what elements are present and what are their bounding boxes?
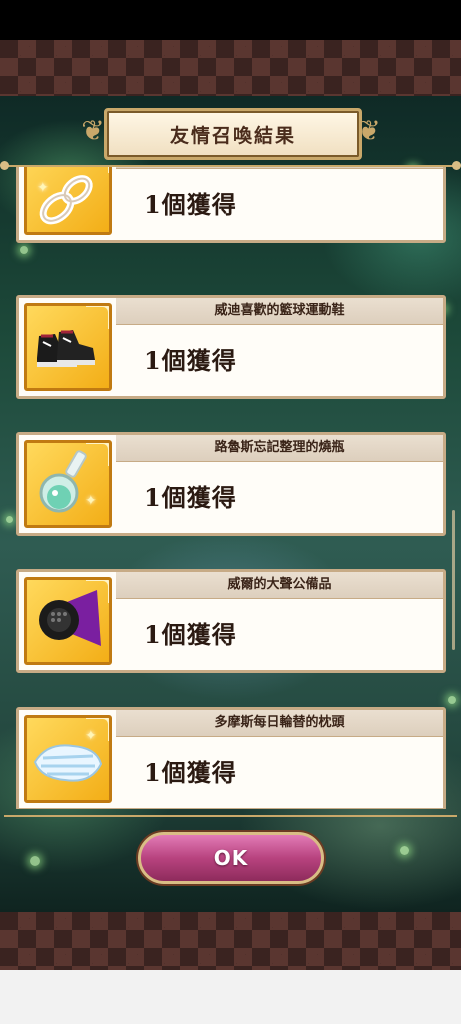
sparkle-icon: ✦ (85, 728, 97, 744)
item-name: 多摩斯每日輪替的枕頭 (116, 710, 443, 737)
item-quantity: 1個獲得 (144, 620, 237, 649)
item-name (116, 167, 443, 169)
item-icon-frame: ✦ (24, 167, 112, 235)
list-item: 威爾的大聲公備品 1個獲得 (16, 569, 446, 673)
dialog-title-plaque: 友情召喚結果 (104, 108, 362, 160)
result-list[interactable]: 1個獲得 ✦ 威迪喜歡的籃球運動鞋 1個獲得 路魯斯忘記整理的燒瓶 1個獲得 ✦… (0, 167, 461, 809)
item-quantity: 1個獲得 (144, 483, 237, 512)
sparkle-icon: ✦ (85, 493, 97, 509)
sparkle (400, 846, 409, 855)
list-item: 威迪喜歡的籃球運動鞋 1個獲得 (16, 295, 446, 399)
ok-button-label: OK (213, 846, 249, 870)
item-quantity: 1個獲得 (144, 190, 237, 219)
megaphone-icon (39, 590, 101, 646)
list-item: 1個獲得 ✦ (16, 167, 446, 243)
flask-icon (39, 450, 87, 513)
item-name: 威迪喜歡的籃球運動鞋 (116, 298, 443, 325)
item-name: 威爾的大聲公備品 (116, 572, 443, 599)
list-item: 多摩斯每日輪替的枕頭 1個獲得 ✦ (16, 707, 446, 809)
ok-button[interactable]: OK (138, 832, 324, 884)
item-icon-frame (24, 303, 112, 391)
rope-icon (39, 175, 93, 225)
sparkle (30, 856, 40, 866)
sparkle-icon: ✦ (37, 180, 49, 196)
item-icon-frame (24, 577, 112, 665)
ornament-left-icon: ❦ (81, 114, 105, 147)
item-quantity: 1個獲得 (144, 758, 237, 787)
status-bar (0, 0, 461, 40)
system-navigation-bar (0, 970, 461, 1024)
item-icon-frame: ✦ (24, 715, 112, 803)
sneakers-icon (37, 330, 95, 367)
list-scrollbar[interactable] (452, 510, 455, 650)
list-item: 路魯斯忘記整理的燒瓶 1個獲得 ✦ (16, 432, 446, 536)
decorative-band-bottom (0, 912, 461, 970)
decorative-band-top (0, 40, 461, 96)
dialog-title: 友情召喚結果 (169, 124, 296, 147)
item-icon-frame: ✦ (24, 440, 112, 528)
item-name: 路魯斯忘記整理的燒瓶 (116, 435, 443, 462)
item-quantity: 1個獲得 (144, 346, 237, 375)
